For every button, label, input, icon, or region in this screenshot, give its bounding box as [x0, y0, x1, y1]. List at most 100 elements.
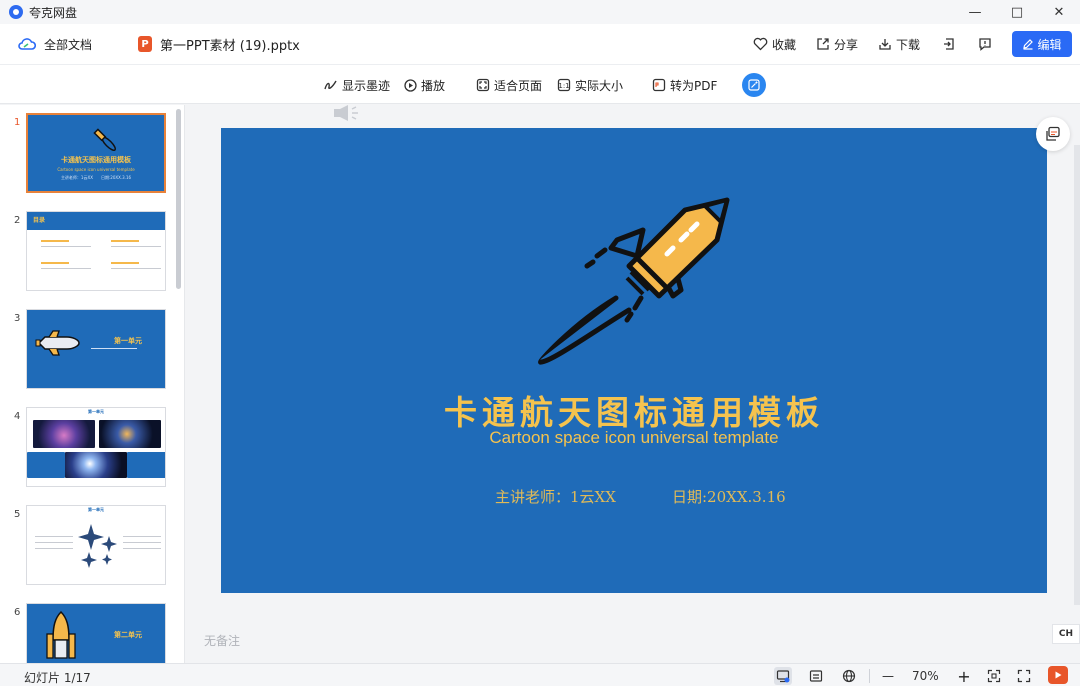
thumbnail-text-line: [35, 536, 73, 537]
actual-size-button[interactable]: 1:1 实际大小: [557, 65, 623, 105]
copy-image-icon: [1046, 126, 1060, 141]
toc-text: [111, 268, 161, 269]
thumbnail-text-line: [123, 548, 161, 549]
all-docs-link[interactable]: 全部文档: [0, 36, 92, 53]
ppt-file-icon: P: [138, 36, 153, 52]
notes-icon: [809, 670, 823, 682]
quark-logo-icon: [9, 5, 23, 19]
status-divider: [869, 669, 870, 683]
minimize-button[interactable]: —: [954, 0, 996, 24]
thumbnail-item[interactable]: 6 第二单元: [0, 603, 175, 663]
import-icon: [944, 38, 954, 50]
slide-view: 卡通航天图标通用模板 Cartoon space icon universal …: [186, 105, 1080, 663]
thumbnail-text-line: [35, 548, 73, 549]
to-pdf-button[interactable]: 转为PDF: [652, 65, 717, 105]
slide-title: 卡通航天图标通用模板: [444, 393, 824, 432]
slide-thumbnail-panel: 1 卡通航天图标通用模板 Cartoon space icon universa…: [0, 105, 185, 663]
thumbnail-number: 2: [14, 215, 21, 226]
thumbnail-number: 3: [14, 313, 21, 324]
edit-button[interactable]: 编辑: [1012, 31, 1072, 57]
play-icon: [1055, 671, 1062, 679]
download-label: 下载: [895, 37, 920, 52]
thumbnail-item[interactable]: 2 目录: [0, 211, 175, 295]
fullscreen-icon: [1017, 669, 1031, 683]
extract-text-button[interactable]: [1036, 117, 1070, 151]
slide-teacher: 主讲老师：1云XX: [495, 488, 616, 506]
fit-screen-icon: [987, 669, 1001, 683]
show-ink-button[interactable]: 显示墨迹: [323, 65, 390, 105]
slide-view-icon: [776, 670, 790, 683]
current-slide[interactable]: 卡通航天图标通用模板 Cartoon space icon universal …: [221, 128, 1047, 593]
download-icon: [879, 39, 891, 50]
document-toolbar: 全部文档 P 第一PPT素材 (19).pptx 收藏 分享 下载 编辑: [0, 24, 1080, 64]
toc-text: [41, 246, 91, 247]
play-icon: [404, 78, 417, 92]
ai-assistant-button[interactable]: [742, 73, 766, 97]
thumbnail-slide-5: 第一单元: [26, 505, 166, 585]
to-pdf-label: 转为PDF: [670, 78, 718, 93]
file-name: 第一PPT素材 (19).pptx: [160, 38, 300, 54]
svg-text:1:1: 1:1: [558, 82, 569, 90]
feedback-button[interactable]: [978, 37, 992, 51]
ink-icon: [324, 80, 337, 90]
favorite-label: 收藏: [771, 37, 796, 52]
share-label: 分享: [833, 37, 858, 52]
thumbnail-text-line: [35, 542, 73, 543]
download-button[interactable]: 下载: [878, 36, 920, 53]
notes-placeholder[interactable]: 无备注: [204, 632, 240, 649]
slide-view-scrollbar[interactable]: [1074, 145, 1080, 605]
fit-screen-button[interactable]: [985, 667, 1003, 685]
thumbnail-item[interactable]: 4 第一单元: [0, 407, 175, 491]
thumbnail-title: 卡通航天图标通用模板: [61, 156, 131, 164]
thumbnail-number: 5: [14, 509, 21, 520]
rocket-icon: [538, 197, 730, 365]
actual-size-label: 实际大小: [575, 78, 624, 93]
close-button[interactable]: ✕: [1038, 0, 1080, 24]
toc-line: [111, 262, 139, 264]
app-title: 夸克网盘: [29, 5, 78, 20]
zoom-in-button[interactable]: +: [955, 667, 973, 686]
thumbnail-slide-4: 第一单元: [26, 407, 166, 487]
ai-edit-icon: [748, 79, 760, 91]
slideshow-button[interactable]: [1048, 666, 1068, 684]
thumbnail-title: 第一单元: [114, 337, 142, 345]
stars-icon: [78, 524, 117, 568]
toc-line: [41, 240, 69, 242]
globe-icon: [842, 669, 856, 683]
fullscreen-button[interactable]: [1015, 667, 1033, 685]
info-box: [27, 452, 65, 478]
thumbnail-slide-1: 卡通航天图标通用模板 Cartoon space icon universal …: [26, 113, 166, 193]
thumbnail-scrollbar[interactable]: [176, 109, 181, 289]
cloud-icon: [18, 38, 36, 50]
notes-view-button[interactable]: [807, 667, 825, 685]
share-icon: [817, 38, 829, 50]
fit-page-button[interactable]: 适合页面: [476, 65, 542, 105]
favorite-button[interactable]: 收藏: [753, 36, 796, 53]
play-label: 播放: [421, 78, 446, 93]
toc-text: [111, 246, 161, 247]
galaxy-image: [33, 420, 95, 448]
thumbnail-text-line: [123, 542, 161, 543]
play-button[interactable]: 播放: [404, 65, 445, 105]
normal-view-button[interactable]: [774, 667, 792, 685]
nebula-image: [65, 452, 127, 478]
thumbnail-item[interactable]: 1 卡通航天图标通用模板 Cartoon space icon universa…: [0, 113, 175, 197]
fit-page-label: 适合页面: [494, 78, 543, 93]
window-controls: — □ ✕: [954, 0, 1080, 24]
thumbnail-item[interactable]: 5 第一单元: [0, 505, 175, 589]
thumbnail-item[interactable]: 3 第一单元: [0, 309, 175, 393]
thumbnail-subtitle: Cartoon space icon universal template: [57, 167, 135, 172]
maximize-button[interactable]: □: [996, 0, 1038, 24]
comment-icon: [979, 38, 991, 51]
title-bar: 夸克网盘 — □ ✕: [0, 0, 1080, 24]
save-to-drive-button[interactable]: [942, 37, 956, 51]
document-actions: 收藏 分享 下载 编辑: [733, 24, 1072, 64]
thumbnail-text-line: [123, 536, 161, 537]
web-view-button[interactable]: [840, 667, 858, 685]
thumbnail-number: 4: [14, 411, 21, 422]
thumbnail-number: 6: [14, 607, 21, 618]
share-button[interactable]: 分享: [816, 36, 858, 53]
thumbnail-slide-3: 第一单元: [26, 309, 166, 389]
zoom-out-button[interactable]: —: [879, 667, 897, 685]
ime-indicator[interactable]: CH: [1052, 624, 1080, 644]
